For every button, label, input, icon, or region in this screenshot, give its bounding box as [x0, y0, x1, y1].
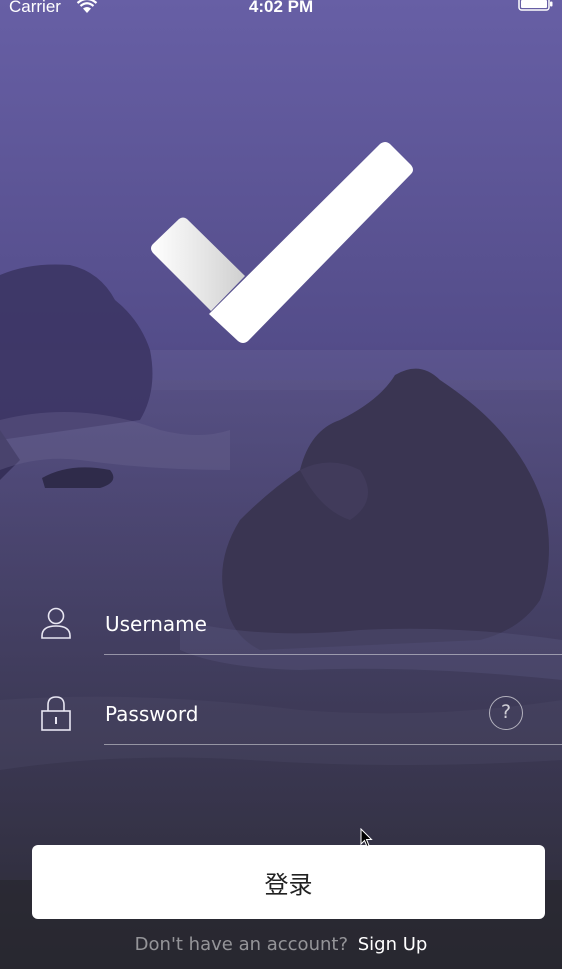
username-divider	[104, 654, 562, 655]
password-input[interactable]	[105, 698, 485, 730]
mouse-cursor-icon	[360, 828, 373, 848]
battery-icon	[518, 0, 553, 11]
login-button[interactable]: 登录	[32, 845, 545, 919]
login-screen: Carrier 4:02 PM Username ? 登录 Don't have…	[0, 0, 562, 969]
checkmark-logo-icon	[151, 142, 413, 343]
signup-prompt: Don't have an account?	[134, 934, 348, 955]
password-divider	[104, 744, 562, 745]
user-icon	[41, 607, 71, 639]
signup-line: Don't have an account? Sign Up	[0, 934, 562, 955]
signup-link[interactable]: Sign Up	[358, 934, 428, 955]
password-help-button[interactable]: ?	[489, 696, 523, 730]
lock-icon	[41, 696, 71, 731]
username-row	[0, 596, 562, 656]
status-bar: Carrier 4:02 PM	[0, 0, 562, 18]
status-time: 4:02 PM	[248, 0, 314, 16]
username-input[interactable]	[105, 608, 485, 640]
password-row: ?	[0, 686, 562, 746]
